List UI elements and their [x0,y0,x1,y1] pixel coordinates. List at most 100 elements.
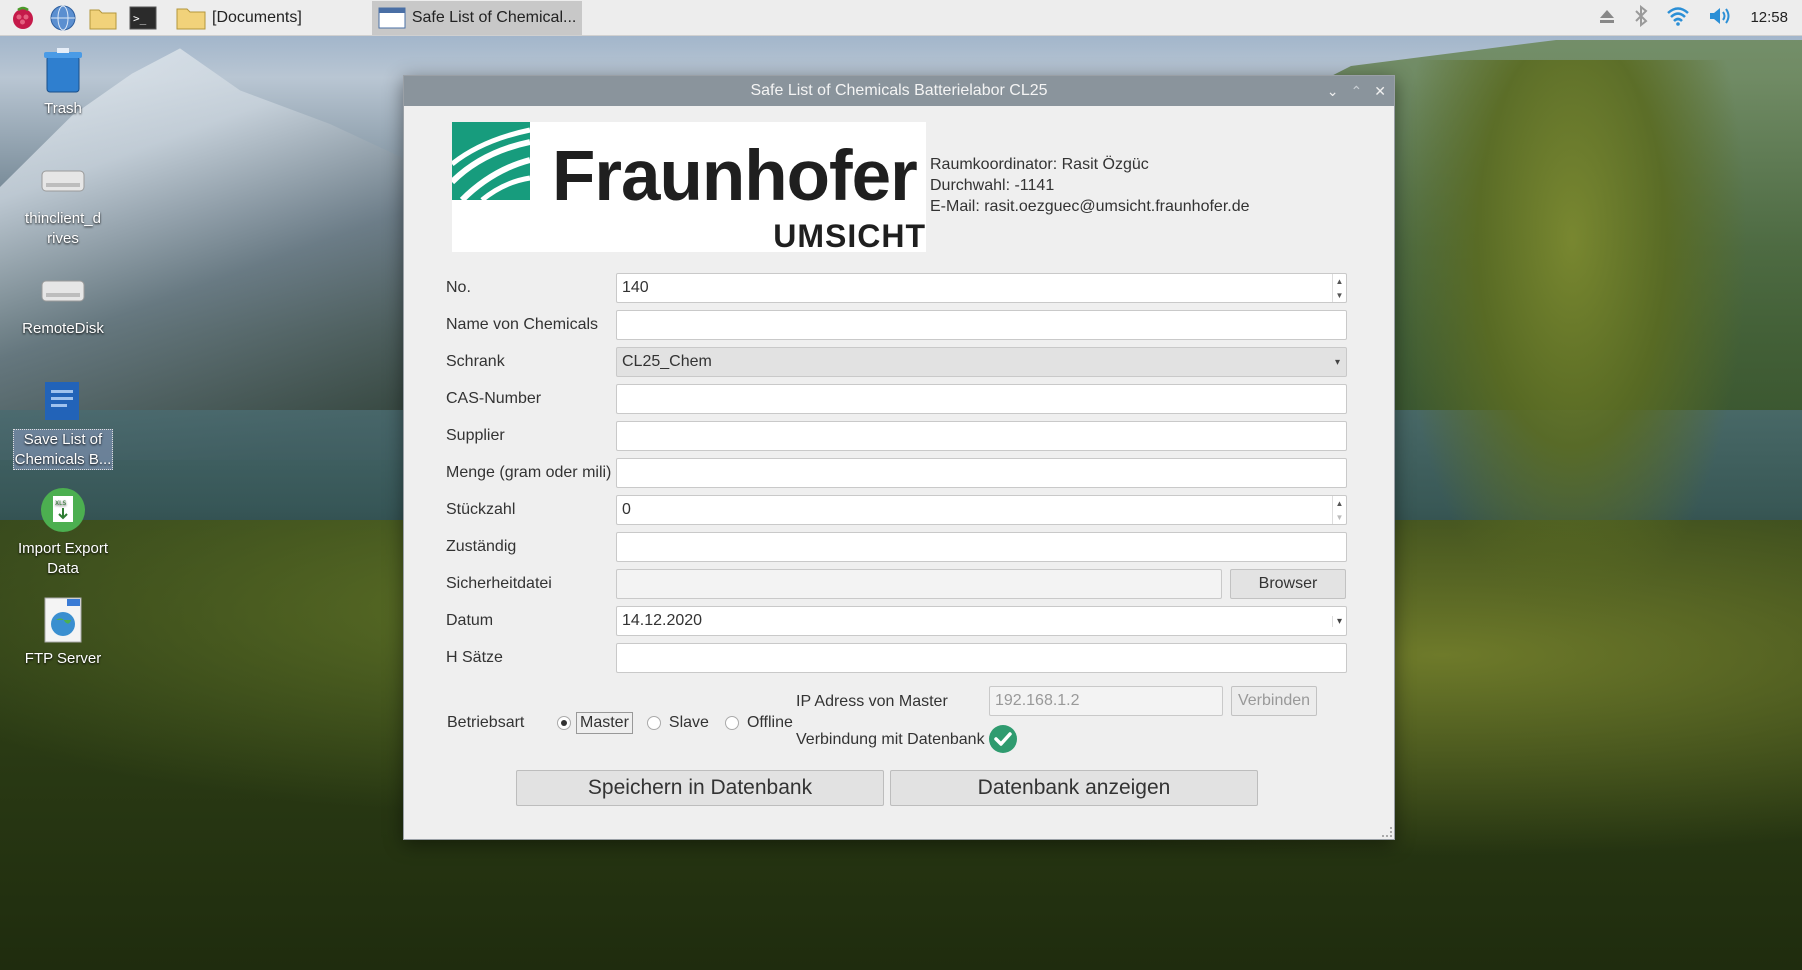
maximize-icon[interactable]: ⌃ [1351,83,1363,100]
desktop-icon-ftp-server[interactable]: FTP Server [11,595,115,669]
spin-up-icon[interactable]: ▲ [1336,277,1344,286]
ip-input[interactable]: 192.168.1.2 [989,686,1223,716]
row-schrank: Schrank CL25_Chem ▾ [446,347,1361,377]
supplier-input[interactable] [616,421,1347,451]
clock[interactable]: 12:58 [1750,9,1788,26]
task-safe-list[interactable]: Safe List of Chemical... [371,0,583,35]
check-icon [988,724,1018,754]
no-spinbox[interactable]: 140 ▲ ▼ [616,273,1347,303]
ftp-globe-icon [38,595,88,645]
spin-down-icon[interactable]: ▼ [1336,291,1344,300]
coordinator-text: Raumkoordinator: Rasit Özgüc [930,156,1149,173]
desktop-icon-label: Trash [44,100,82,117]
bluetooth-icon[interactable] [1634,4,1648,31]
window-title: Safe List of Chemicals Batterielabor CL2… [750,82,1048,99]
radio-master-label[interactable]: Master [576,712,633,734]
raspberry-menu-icon[interactable] [6,1,40,35]
row-hsaetze: H Sätze [446,643,1361,673]
close-icon[interactable]: ✕ [1374,83,1386,100]
name-input[interactable] [616,310,1347,340]
ip-label: IP Adress von Master [796,693,948,710]
spin-down-icon[interactable]: ▼ [1336,513,1344,522]
safe-list-window: Safe List of Chemicals Batterielabor CL2… [403,75,1395,840]
eject-icon[interactable] [1598,8,1616,28]
browser-button[interactable]: Browser [1230,569,1346,599]
chevron-down-icon[interactable]: ▾ [1331,616,1342,627]
svg-text:XLS: XLS [55,500,66,507]
phone-text: Durchwahl: -1141 [930,177,1055,194]
row-sicherheitdatei: Sicherheitdatei Browser [446,569,1361,599]
menge-input[interactable] [616,458,1347,488]
svg-text:>_: >_ [133,12,147,25]
email-text: E-Mail: rasit.oezguec@umsicht.fraunhofer… [930,198,1250,215]
schrank-combobox[interactable]: CL25_Chem ▾ [616,347,1347,377]
minimize-icon[interactable]: ⌄ [1327,83,1339,100]
terminal-icon[interactable]: >_ [126,1,160,35]
betriebsart-group: Betriebsart Master Slave Offline [447,712,793,734]
spin-buttons[interactable]: ▲ ▼ [1332,496,1346,524]
betriebsart-label: Betriebsart [447,714,525,731]
file-manager-icon[interactable] [86,1,120,35]
volume-icon[interactable] [1708,6,1732,30]
window-titlebar[interactable]: Safe List of Chemicals Batterielabor CL2… [404,76,1394,106]
ip-placeholder: 192.168.1.2 [995,692,1080,709]
zustaendig-input[interactable] [616,532,1347,562]
desktop-icon-save-list[interactable]: Save List of Chemicals B... [11,375,115,470]
radio-master[interactable] [557,716,571,730]
desktop-icon-label: RemoteDisk [22,320,104,337]
schrank-value: CL25_Chem [622,353,712,370]
desktop-icon-label: Import Export Data [17,540,109,577]
drive-icon [38,155,88,205]
no-value: 140 [622,279,649,296]
row-cas: CAS-Number [446,384,1361,414]
hsaetze-input[interactable] [616,643,1347,673]
desktop-icon-thinclient-drives[interactable]: thinclient_drives [11,155,115,248]
fraunhofer-logo: Fraunhofer UMSICHT [452,122,926,252]
stueckzahl-value: 0 [622,501,631,518]
datum-label: Datum [446,612,494,629]
verbinden-button[interactable]: Verbinden [1231,686,1317,716]
datum-value: 14.12.2020 [622,612,703,629]
folder-icon [176,8,206,29]
show-database-button[interactable]: Datenbank anzeigen [890,770,1258,806]
hsaetze-label: H Sätze [446,649,503,666]
desktop-icon-trash[interactable]: Trash [11,45,115,119]
radio-offline-label[interactable]: Offline [747,714,793,732]
menge-label: Menge (gram oder mili) [446,464,612,481]
web-browser-icon[interactable] [46,1,80,35]
row-no: No. 140 ▲ ▼ [446,273,1361,303]
cas-input[interactable] [616,384,1347,414]
task-documents[interactable]: [Documents] [170,1,308,35]
desktop-icon-label: FTP Server [24,650,102,667]
chevron-down-icon: ▾ [1334,357,1340,368]
sicherheitdatei-label: Sicherheitdatei [446,575,552,592]
desktop-icon-remotedisk[interactable]: RemoteDisk [11,265,115,339]
task-safe-list-label: Safe List of Chemical... [411,8,577,26]
drive-icon [38,265,88,315]
row-name: Name von Chemicals [446,310,1361,340]
stueckzahl-spinbox[interactable]: 0 ▲ ▼ [616,495,1347,525]
desktop-icon-label: Save List of Chemicals B... [13,429,113,470]
no-label: No. [446,279,471,296]
radio-slave[interactable] [646,716,661,730]
zustaendig-label: Zuständig [446,538,517,555]
spin-up-icon[interactable]: ▲ [1336,499,1344,508]
cas-label: CAS-Number [446,390,542,407]
spin-buttons[interactable]: ▲ ▼ [1332,274,1346,302]
resize-grip[interactable] [1382,827,1392,837]
desktop-icon-import-export[interactable]: XLS Import Export Data [11,485,115,578]
row-datum: Datum 14.12.2020 ▾ [446,606,1361,636]
save-to-database-button[interactable]: Speichern in Datenbank [516,770,884,806]
datum-dateedit[interactable]: 14.12.2020 ▾ [616,606,1347,636]
row-stueckzahl: Stückzahl 0 ▲ ▼ [446,495,1361,525]
spreadsheet-export-icon: XLS [38,485,88,535]
supplier-label: Supplier [446,427,505,444]
wifi-icon[interactable] [1666,6,1690,30]
row-supplier: Supplier [446,421,1361,451]
sicherheitdatei-input [616,569,1222,599]
radio-offline[interactable] [724,716,739,730]
desktop-icon-label: thinclient_drives [25,210,101,247]
system-tray: 12:58 [1598,4,1802,31]
radio-slave-label[interactable]: Slave [669,714,709,732]
row-menge: Menge (gram oder mili) [446,458,1361,488]
